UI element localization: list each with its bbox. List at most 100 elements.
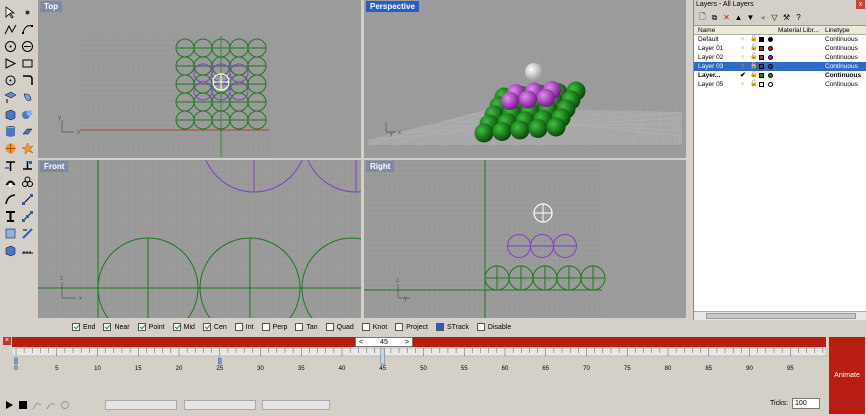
tools-icon[interactable]: ⚒ xyxy=(782,13,791,22)
osnap-perp[interactable]: Perp xyxy=(261,323,287,331)
offset-icon[interactable] xyxy=(2,191,18,207)
osnap-checkbox[interactable] xyxy=(261,323,270,331)
column-material[interactable]: Material Libr... xyxy=(778,26,825,34)
circle-icon[interactable] xyxy=(2,38,18,54)
layer-linetype[interactable]: Continuous xyxy=(825,62,865,71)
timeline-close-icon[interactable]: × xyxy=(3,337,11,345)
osnap-project[interactable]: Project xyxy=(395,323,428,331)
split-icon[interactable] xyxy=(19,157,35,173)
layer-name[interactable]: Default xyxy=(694,35,738,44)
layer-row[interactable]: Default ♀ 🔓 Continuous xyxy=(694,35,866,44)
filter-icon[interactable]: ▽ xyxy=(770,13,779,22)
horizontal-scrollbar[interactable] xyxy=(694,311,866,320)
delete-icon[interactable]: ✕ xyxy=(722,13,731,22)
trim-icon[interactable] xyxy=(2,157,18,173)
lock-icon[interactable]: 🔓 xyxy=(750,80,757,89)
curve-edit-icon[interactable] xyxy=(46,400,56,410)
ellipse-icon[interactable] xyxy=(2,72,18,88)
osnap-checkbox[interactable] xyxy=(103,323,112,331)
layer-material-icon[interactable] xyxy=(768,55,773,60)
layer-row[interactable]: Layer 02 ♀ 🔓 Continuous xyxy=(694,53,866,62)
layer-name[interactable]: Layer 01 xyxy=(694,44,738,53)
viewport-title-perspective[interactable]: Perspective xyxy=(366,1,419,12)
polyline-icon[interactable] xyxy=(2,21,18,37)
layer-linetype[interactable]: Continuous xyxy=(825,53,865,62)
transport-field-2[interactable] xyxy=(184,400,256,410)
viewport-front[interactable]: z x Front xyxy=(38,160,361,318)
render-icon[interactable] xyxy=(2,225,18,241)
layer-name[interactable]: Layer... xyxy=(694,71,738,80)
key-icon[interactable] xyxy=(32,400,42,410)
block-icon[interactable] xyxy=(2,242,18,258)
osnap-quad[interactable]: Quad xyxy=(325,323,354,331)
loop-icon[interactable] xyxy=(60,400,70,410)
box-icon[interactable] xyxy=(2,106,18,122)
lock-icon[interactable]: 🔓 xyxy=(750,35,757,44)
visible-bulb-icon[interactable]: ♀ xyxy=(740,53,745,62)
visible-bulb-icon[interactable]: ♀ xyxy=(740,35,745,44)
close-icon[interactable]: x xyxy=(856,0,865,9)
transform-icon[interactable] xyxy=(19,208,35,224)
osnap-checkbox[interactable] xyxy=(435,323,444,331)
viewport-title-top[interactable]: Top xyxy=(40,1,63,12)
layer-linetype[interactable]: Continuous xyxy=(825,71,865,80)
visible-bulb-icon[interactable]: ♀ xyxy=(740,44,745,53)
osnap-checkbox[interactable] xyxy=(361,323,370,331)
surface-icon[interactable] xyxy=(2,89,18,105)
rectangle-icon[interactable] xyxy=(19,55,35,71)
cylinder-icon[interactable] xyxy=(2,123,18,139)
column-name[interactable]: Name xyxy=(694,26,738,34)
lock-icon[interactable]: 🔓 xyxy=(750,53,757,62)
osnap-checkbox[interactable] xyxy=(476,323,485,331)
visible-bulb-icon[interactable]: ♀ xyxy=(740,80,745,89)
select-arrow-icon[interactable] xyxy=(2,4,18,20)
osnap-checkbox[interactable] xyxy=(295,323,304,331)
timeline-ruler[interactable]: 0 5 10 15 20 25 30 35 40 45 50 55 60 65 70 75 80 85 90 95 xyxy=(12,348,826,378)
next-frame-button[interactable]: > xyxy=(402,339,412,346)
layer-material-icon[interactable] xyxy=(768,64,773,69)
layer-row[interactable]: Layer 05 ♀ 🔓 Continuous xyxy=(694,80,866,89)
layer-color-swatch[interactable] xyxy=(759,64,764,69)
osnap-cen[interactable]: Cen xyxy=(202,323,227,331)
move-out-icon[interactable]: ◂ xyxy=(758,13,767,22)
measure-icon[interactable] xyxy=(19,242,35,258)
layer-name[interactable]: Layer 02 xyxy=(694,53,738,62)
osnap-checkbox[interactable] xyxy=(202,323,211,331)
layer-color-swatch[interactable] xyxy=(759,46,764,51)
frame-selector[interactable]: < 45 > xyxy=(355,337,413,347)
osnap-checkbox[interactable] xyxy=(72,323,80,331)
layer-linetype[interactable]: Continuous xyxy=(825,44,865,53)
curve-icon[interactable] xyxy=(19,21,35,37)
timeline-bar[interactable] xyxy=(12,337,826,347)
layer-color-swatch[interactable] xyxy=(759,55,764,60)
current-check-icon[interactable]: ✔ xyxy=(740,71,746,80)
osnap-int[interactable]: Int xyxy=(234,323,254,331)
viewport-title-front[interactable]: Front xyxy=(40,161,69,172)
array-icon[interactable] xyxy=(19,191,35,207)
analyze-icon[interactable] xyxy=(19,225,35,241)
viewport-top[interactable]: y x Top xyxy=(38,0,361,158)
prev-frame-button[interactable]: < xyxy=(356,339,366,346)
help-icon[interactable]: ? xyxy=(794,13,803,22)
transport-field-3[interactable] xyxy=(262,400,330,410)
revolve-icon[interactable] xyxy=(19,89,35,105)
point-icon[interactable] xyxy=(19,4,35,20)
osnap-checkbox[interactable] xyxy=(325,323,334,331)
extrude-icon[interactable] xyxy=(19,123,35,139)
osnap-checkbox[interactable] xyxy=(137,323,146,331)
layer-material-icon[interactable] xyxy=(768,37,773,42)
osnap-tan[interactable]: Tan xyxy=(295,323,318,331)
layer-name[interactable]: Layer 03 xyxy=(694,62,738,71)
layer-linetype[interactable]: Continuous xyxy=(825,35,865,44)
group-icon[interactable] xyxy=(19,174,35,190)
layer-linetype[interactable]: Continuous xyxy=(825,80,865,89)
visible-bulb-icon[interactable]: ♀ xyxy=(740,62,745,71)
move-down-icon[interactable]: ▼ xyxy=(746,13,755,22)
layer-color-swatch[interactable] xyxy=(759,82,764,87)
viewport-title-right[interactable]: Right xyxy=(366,161,395,172)
layer-material-icon[interactable] xyxy=(768,46,773,51)
stop-icon[interactable] xyxy=(18,400,28,410)
viewport-right[interactable]: z y Right xyxy=(364,160,686,318)
lock-icon[interactable]: 🔓 xyxy=(750,44,757,53)
boolean-icon[interactable] xyxy=(19,106,35,122)
